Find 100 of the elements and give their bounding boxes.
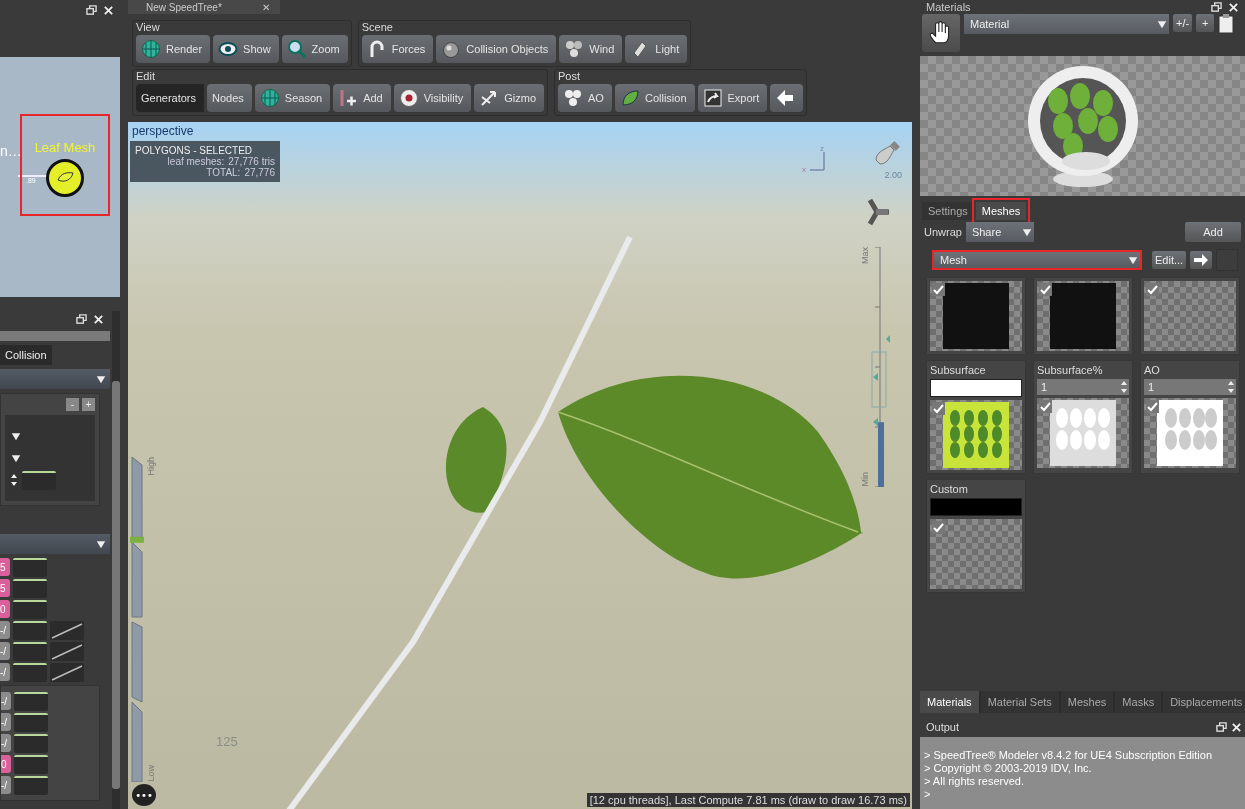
spin-button[interactable]: 0 [0, 600, 10, 618]
group-title: Post [558, 70, 582, 84]
unwrap-dropdown[interactable]: Share [965, 222, 1034, 242]
lod-slider[interactable]: Max Min [860, 247, 894, 487]
close-icon[interactable] [103, 4, 114, 16]
checkbox[interactable] [932, 521, 945, 534]
checkbox[interactable] [1146, 400, 1159, 413]
restore-icon[interactable] [1211, 1, 1222, 13]
mesh-dropdown[interactable]: Mesh [932, 250, 1142, 270]
value-field[interactable] [13, 662, 47, 682]
color-swatch[interactable] [930, 379, 1022, 397]
color-swatch[interactable] [930, 498, 1022, 516]
toolbar-button[interactable]: AO [558, 84, 612, 112]
spin-button[interactable]: /- [0, 642, 10, 660]
restore-icon[interactable] [76, 313, 87, 325]
panel-tab[interactable]: Materials [920, 691, 979, 713]
toolbar-button[interactable]: Export [697, 84, 768, 112]
slider-thumb[interactable] [130, 536, 144, 543]
panel-tab[interactable]: Meshes [1060, 691, 1114, 713]
close-tab-button[interactable]: ✕ [261, 0, 270, 14]
value-field[interactable] [13, 641, 47, 661]
toolbar-button[interactable]: Collision [614, 84, 695, 112]
spin-button[interactable]: 5 [0, 579, 10, 597]
slider-label: Min [860, 472, 870, 487]
value-field[interactable] [13, 620, 47, 640]
number-field[interactable]: 1 [1144, 379, 1236, 395]
toolbar-button[interactable]: Zoom [281, 35, 348, 63]
panel-tab[interactable]: Displacements [1163, 691, 1245, 713]
circles-icon [563, 88, 584, 108]
material-dropdown[interactable]: Material [964, 14, 1169, 34]
hand-tool-button[interactable] [922, 14, 960, 52]
toolbar-button[interactable]: Forces [361, 35, 434, 63]
add-button[interactable]: Add [1185, 222, 1241, 242]
spin-button[interactable]: 0 [1, 755, 11, 773]
curve-graph[interactable] [50, 620, 84, 640]
value-field[interactable] [14, 733, 48, 753]
arrow-button[interactable] [1190, 251, 1213, 269]
toolbar-button[interactable]: Season [254, 84, 331, 112]
toolbar-button[interactable]: Gizmo [474, 84, 545, 112]
remove-button[interactable]: - [66, 398, 79, 411]
spin-button[interactable]: /- [0, 621, 10, 639]
right-arrow-icon [1193, 254, 1210, 266]
curve-graph[interactable] [50, 662, 84, 682]
spin-button[interactable]: /- [0, 663, 10, 681]
spin-button[interactable]: 5 [0, 558, 10, 576]
texture-thumbnail[interactable] [1144, 398, 1236, 468]
toolbar-button[interactable]: Generators [136, 84, 205, 112]
clipboard-icon[interactable] [1218, 14, 1235, 34]
toolbar-button[interactable]: Visibility [393, 84, 472, 112]
toolbar-button[interactable]: Collision Objects [436, 35, 557, 63]
restore-icon[interactable] [86, 4, 97, 16]
toolbar-button[interactable]: Nodes [207, 84, 252, 112]
checkbox[interactable] [932, 402, 945, 415]
spin-button[interactable]: /- [1, 734, 11, 752]
checkbox[interactable] [1039, 283, 1052, 296]
panel-tab[interactable]: Masks [1115, 691, 1162, 713]
value-field[interactable] [14, 691, 48, 711]
panel-tab[interactable]: Material Sets [980, 691, 1059, 713]
toolbar-button[interactable]: Show [213, 35, 279, 63]
toolbar-button[interactable]: Render [136, 35, 211, 63]
close-icon[interactable] [1231, 721, 1242, 733]
value-field[interactable] [13, 557, 47, 577]
value-field[interactable] [14, 712, 48, 732]
number-field[interactable]: 1 [1037, 379, 1129, 395]
scrollbar-thumb[interactable] [112, 381, 120, 789]
panel-tab[interactable]: Settings [922, 202, 974, 220]
add-remove-button[interactable]: +/- [1173, 14, 1193, 32]
checkbox[interactable] [1146, 283, 1159, 296]
spin-button[interactable]: /- [1, 713, 11, 731]
restore-icon[interactable] [1216, 721, 1227, 733]
close-icon[interactable] [93, 313, 104, 325]
value-field[interactable] [14, 754, 48, 774]
add-material-button[interactable]: + [1196, 14, 1215, 32]
unwrap-label: Unwrap [924, 226, 962, 238]
status-text: [12 cpu threads], Last Compute 7.81 ms (draw to draw 16.73 ms) [586, 793, 910, 807]
toolbar-button[interactable]: Light [625, 35, 688, 63]
season-slider[interactable]: High Low [130, 457, 160, 782]
close-icon[interactable] [1228, 1, 1239, 13]
toolbar-button[interactable]: Add [333, 84, 391, 112]
checkbox[interactable] [932, 283, 945, 296]
spin-button[interactable]: /- [1, 776, 11, 794]
value-field[interactable] [13, 599, 47, 619]
curve-graph[interactable] [50, 641, 84, 661]
slider-label: Max [860, 247, 870, 264]
value-field[interactable] [13, 578, 47, 598]
document-tab[interactable]: New SpeedTree* ✕ [128, 0, 280, 14]
more-button[interactable]: ••• [132, 784, 156, 806]
edit-button[interactable]: Edit... [1152, 251, 1187, 269]
collision-tab[interactable]: Collision [0, 345, 52, 365]
texture-thumbnail[interactable] [930, 519, 1022, 589]
add-button[interactable]: + [82, 398, 95, 411]
spinner-icon[interactable] [9, 472, 19, 488]
texture-thumbnail[interactable] [1037, 398, 1129, 468]
checkbox[interactable] [1039, 400, 1052, 413]
value-field[interactable] [14, 775, 48, 795]
toolbar-button[interactable] [770, 84, 804, 112]
value-field[interactable] [22, 470, 56, 490]
spin-button[interactable]: /- [1, 692, 11, 710]
texture-thumbnail[interactable] [930, 400, 1022, 470]
toolbar-button[interactable]: Wind [559, 35, 623, 63]
